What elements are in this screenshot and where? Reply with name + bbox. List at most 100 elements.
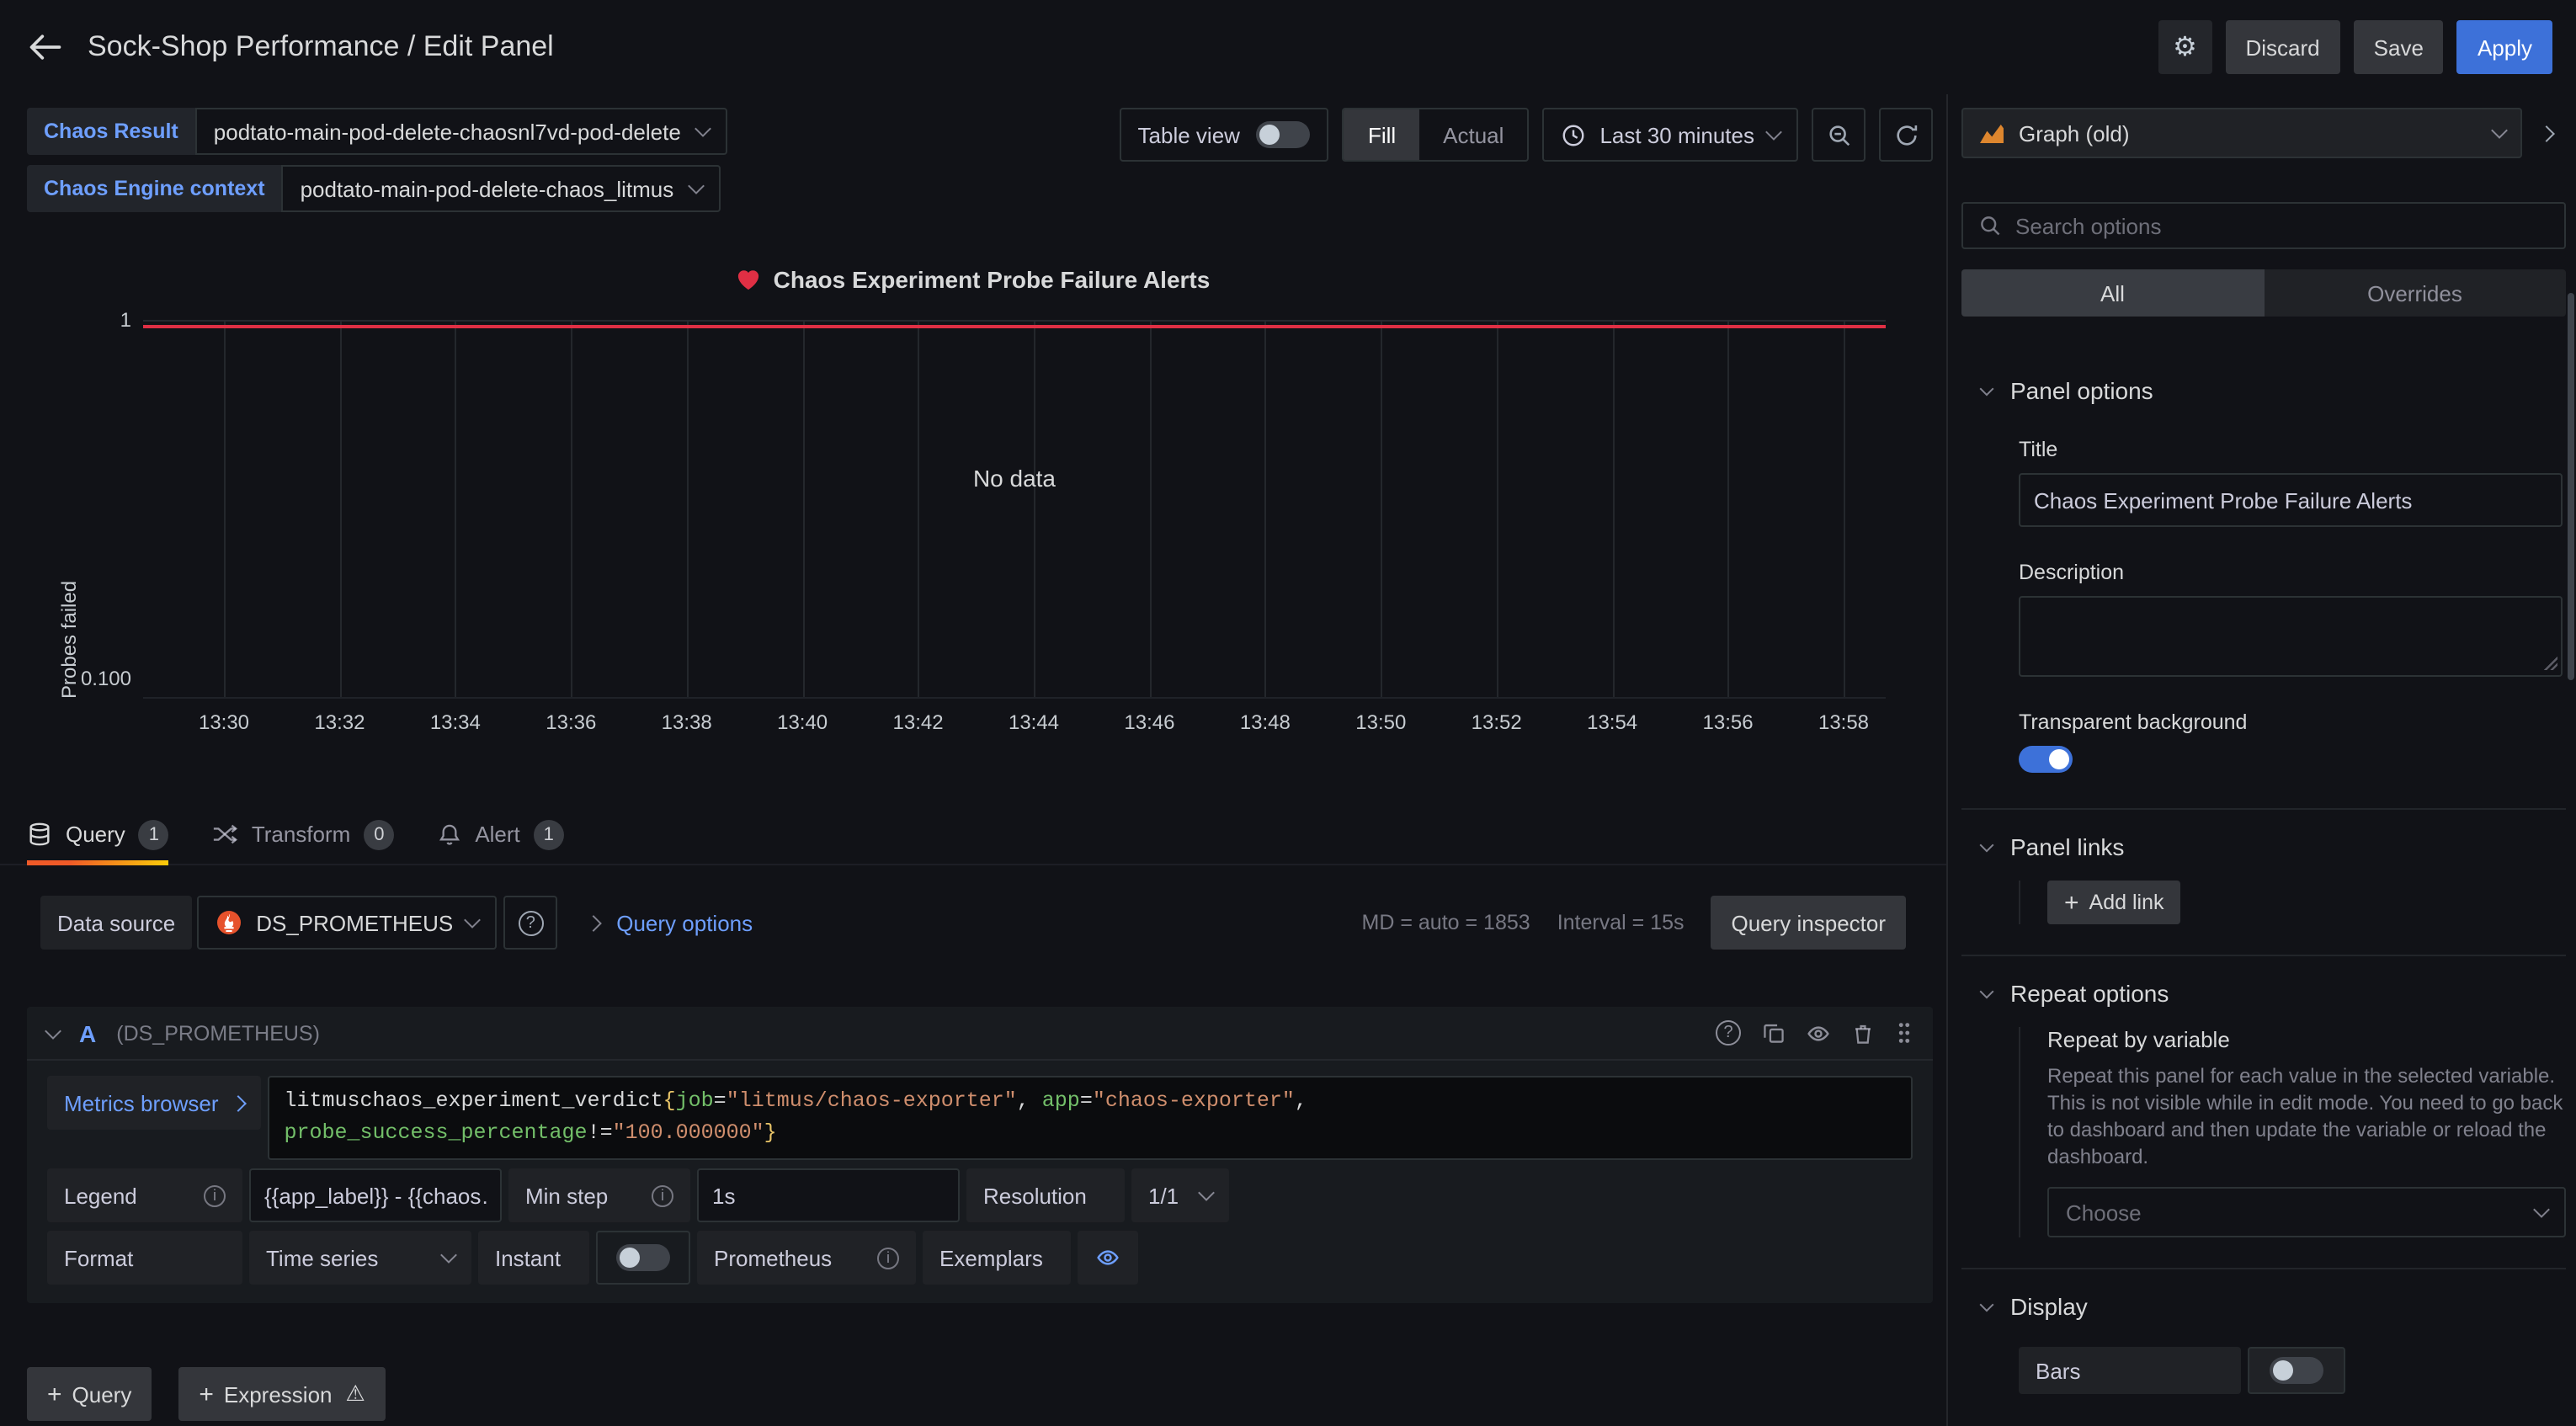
variable-select-chaos-engine-context[interactable]: podtato-main-pod-delete-chaos_litmus — [282, 165, 721, 212]
legend-input[interactable] — [249, 1168, 502, 1222]
plot-area[interactable]: No data 13:3013:3213:3413:3613:3813:4013… — [143, 320, 1886, 699]
tab-alert[interactable]: Alert 1 — [438, 805, 563, 864]
instant-switch[interactable] — [616, 1244, 670, 1271]
repeat-variable-select[interactable]: Choose — [2047, 1187, 2566, 1237]
repeat-description: Repeat this panel for each value in the … — [2047, 1062, 2566, 1170]
refresh-button[interactable] — [1879, 108, 1933, 162]
options-search-input[interactable] — [2015, 213, 2549, 238]
tab-count-badge: 1 — [139, 819, 169, 849]
y-axis-tick-label: 0.100 — [37, 667, 131, 690]
label-text: Prometheus — [714, 1245, 832, 1270]
info-icon[interactable]: i — [877, 1247, 899, 1269]
add-expression-button[interactable]: +Expression⚠ — [178, 1367, 385, 1421]
tab-all[interactable]: All — [1961, 269, 2264, 317]
variable-select-chaos-result[interactable]: podtato-main-pod-delete-chaosnl7vd-pod-d… — [195, 108, 728, 155]
datasource-picker[interactable]: DS_PROMETHEUS — [197, 896, 497, 950]
panel-toolbar: Table view Fill Actual Last 30 minutes — [1120, 108, 1933, 162]
help-icon[interactable]: ? — [1716, 1020, 1741, 1046]
warning-triangle-icon: ⚠ — [346, 1381, 365, 1407]
x-axis-tick-label: 13:54 — [1587, 710, 1637, 734]
panel-links-body: +Add link — [2019, 881, 2566, 924]
panel-title-input[interactable] — [2019, 473, 2563, 527]
toggle-viz-picker-button[interactable] — [2525, 108, 2566, 158]
section-heading: Repeat options — [2010, 980, 2169, 1007]
collapse-chevron-icon[interactable] — [45, 1022, 61, 1039]
x-axis-tick-label: 13:48 — [1240, 710, 1291, 734]
eye-icon[interactable] — [1807, 1021, 1830, 1045]
selected-value: 1/1 — [1148, 1183, 1179, 1208]
prometheus-type-label: Prometheus i — [697, 1231, 916, 1285]
apply-button[interactable]: Apply — [2457, 20, 2552, 74]
variable-row: Chaos Result podtato-main-pod-delete-cha… — [27, 108, 728, 155]
info-icon[interactable]: i — [204, 1184, 226, 1206]
fill-option[interactable]: Fill — [1344, 109, 1419, 160]
options-scrollbar[interactable] — [2568, 293, 2574, 680]
display-header[interactable]: Display — [1961, 1293, 2566, 1320]
chevron-down-icon — [1980, 838, 1994, 852]
title-label: Title — [2019, 438, 2563, 461]
graph-icon — [1978, 121, 2005, 145]
drag-handle-icon[interactable] — [1896, 1020, 1913, 1046]
repeat-options-body: Repeat by variable Repeat this panel for… — [2019, 1027, 2566, 1237]
zoom-out-icon — [1826, 122, 1851, 147]
discard-button[interactable]: Discard — [2226, 20, 2340, 74]
add-link-button[interactable]: +Add link — [2047, 881, 2181, 924]
repeat-options-header[interactable]: Repeat options — [1961, 980, 2566, 1007]
x-axis-tick-label: 13:44 — [1009, 710, 1059, 734]
bars-switch[interactable] — [2270, 1357, 2323, 1384]
instant-toggle[interactable] — [596, 1231, 690, 1285]
time-range-picker[interactable]: Last 30 minutes — [1542, 108, 1798, 162]
back-button[interactable] — [27, 29, 64, 66]
tab-transform[interactable]: Transform 0 — [213, 805, 395, 864]
table-view-switch[interactable] — [1257, 121, 1311, 148]
resize-grip-icon[interactable] — [2542, 655, 2557, 670]
label-text: Instant — [495, 1245, 561, 1270]
variable-label-chaos-engine-context: Chaos Engine context — [27, 165, 282, 212]
zoom-out-button[interactable] — [1812, 108, 1865, 162]
bars-label: Bars — [2019, 1347, 2241, 1394]
options-search[interactable] — [1961, 202, 2566, 249]
gridline — [802, 322, 804, 697]
chevron-right-icon — [2537, 125, 2554, 141]
description-label: Description — [2019, 561, 2563, 584]
metrics-browser-button[interactable]: Metrics browser — [47, 1076, 261, 1130]
min-step-input[interactable] — [697, 1168, 960, 1222]
info-icon[interactable]: i — [652, 1184, 673, 1206]
format-select[interactable]: Time series — [249, 1231, 471, 1285]
chevron-down-icon — [1980, 1297, 1994, 1312]
query-options-label: Query options — [616, 910, 753, 935]
query-options-toggle[interactable]: Query options — [588, 910, 753, 935]
panel-options-header[interactable]: Panel options — [1961, 377, 2566, 404]
save-button[interactable]: Save — [2354, 20, 2444, 74]
visualization-name: Graph (old) — [2019, 120, 2480, 146]
page-title: Sock-Shop Performance / Edit Panel — [88, 30, 554, 64]
section-heading: Panel links — [2010, 833, 2124, 860]
visualization-picker[interactable]: Graph (old) — [1961, 108, 2522, 158]
table-view-toggle[interactable]: Table view — [1120, 108, 1329, 162]
bars-toggle[interactable] — [2248, 1347, 2345, 1394]
prometheus-icon — [216, 909, 242, 936]
eye-icon — [1096, 1246, 1120, 1269]
add-query-button[interactable]: +Query — [27, 1367, 152, 1421]
x-axis-tick-label: 13:32 — [314, 710, 365, 734]
tab-overrides[interactable]: Overrides — [2264, 269, 2566, 317]
legend-label: Legendi — [47, 1168, 242, 1222]
duplicate-icon[interactable] — [1763, 1022, 1785, 1044]
query-card: A (DS_PROMETHEUS) ? — [27, 1007, 1933, 1303]
query-inspector-button[interactable]: Query inspector — [1711, 896, 1906, 950]
panel-settings-button[interactable]: ⚙ — [2158, 20, 2212, 74]
promql-token: , — [1295, 1089, 1307, 1113]
datasource-help-button[interactable]: ? — [503, 896, 557, 950]
panel-links-header[interactable]: Panel links — [1961, 833, 2566, 860]
tab-query[interactable]: Query 1 — [27, 805, 169, 864]
resolution-select[interactable]: 1/1 — [1131, 1168, 1229, 1222]
section-display: Display Bars — [1961, 1268, 2566, 1394]
actual-option[interactable]: Actual — [1419, 109, 1527, 160]
exemplars-visibility-button[interactable] — [1078, 1231, 1138, 1285]
plus-icon: + — [2064, 890, 2079, 915]
trash-icon[interactable] — [1852, 1021, 1874, 1045]
promql-token: litmuschaos_experiment_verdict — [285, 1089, 663, 1113]
transparent-background-switch[interactable] — [2019, 746, 2073, 773]
promql-editor[interactable]: litmuschaos_experiment_verdict{job="litm… — [268, 1076, 1913, 1160]
panel-description-input[interactable] — [2019, 596, 2563, 677]
